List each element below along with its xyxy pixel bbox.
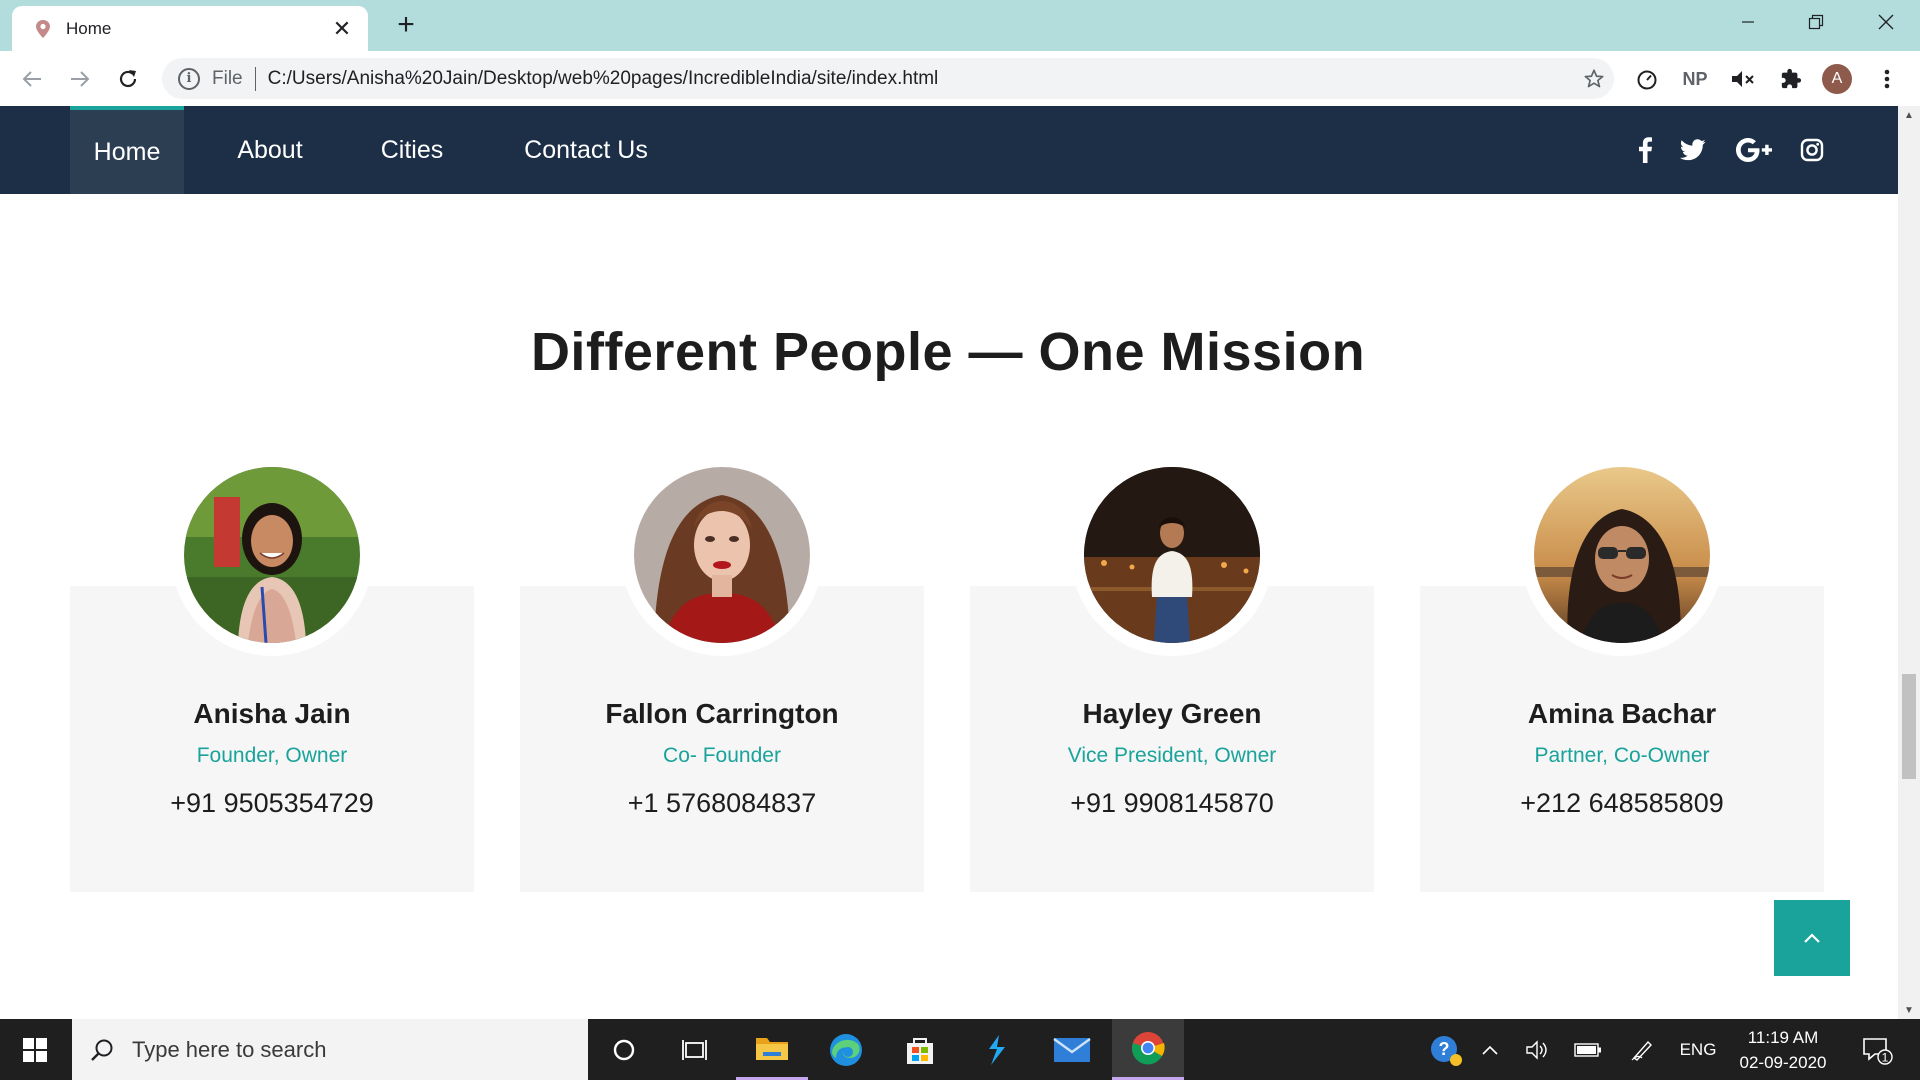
scroll-thumb[interactable] xyxy=(1902,674,1916,779)
forward-button[interactable] xyxy=(62,61,98,97)
page-viewport: Home About Cities Contact Us Different P… xyxy=(0,106,1898,1019)
battery-icon[interactable] xyxy=(1568,1019,1608,1080)
bookmark-star-icon[interactable] xyxy=(1574,68,1614,90)
browser-tab[interactable]: Home ✕ xyxy=(12,6,368,51)
muted-speaker-icon[interactable] xyxy=(1726,63,1760,95)
reload-button[interactable] xyxy=(110,61,146,97)
task-view-icon[interactable] xyxy=(660,1019,732,1080)
team-member-name: Amina Bachar xyxy=(1527,698,1717,729)
edge-browser-icon[interactable] xyxy=(810,1019,882,1080)
search-icon xyxy=(91,1039,113,1061)
tab-close-icon[interactable]: ✕ xyxy=(330,16,354,41)
pin-favicon-icon xyxy=(32,18,54,40)
close-window-button[interactable] xyxy=(1862,0,1910,44)
team-photo-frame xyxy=(171,454,373,656)
speed-dial-extension-icon[interactable] xyxy=(1630,63,1664,95)
team-member-role: Vice President, Owner xyxy=(1067,744,1277,767)
team-member-phone: +91 9908145870 xyxy=(1070,788,1274,818)
team-card: Amina Bachar Partner, Co-Owner +212 6485… xyxy=(1420,106,1824,1019)
team-member-name: Fallon Carrington xyxy=(605,698,839,729)
browser-menu-icon[interactable] xyxy=(1870,63,1904,95)
address-bar[interactable]: i File C:/Users/Anisha%20Jain/Desktop/we… xyxy=(162,58,1614,99)
taskbar-clock[interactable]: 11:19 AM 02-09-2020 xyxy=(1728,1025,1838,1075)
page-scrollbar[interactable]: ▲ ▼ xyxy=(1898,106,1920,1019)
team-member-role: Partner, Co-Owner xyxy=(1534,744,1710,767)
team-member-phone: +1 5768084837 xyxy=(627,788,817,818)
team-photo-frame xyxy=(1521,454,1723,656)
chrome-icon[interactable] xyxy=(1112,1019,1184,1080)
windows-logo-icon xyxy=(23,1037,47,1062)
pen-workspace-icon[interactable] xyxy=(1622,1019,1662,1080)
profile-avatar[interactable]: A xyxy=(1822,64,1852,94)
volume-icon[interactable] xyxy=(1518,1019,1558,1080)
clock-time: 11:19 AM xyxy=(1747,1028,1819,1047)
language-indicator[interactable]: ENG xyxy=(1672,1019,1724,1080)
browser-tabstrip: Home ✕ + xyxy=(0,0,1920,51)
back-to-top-button[interactable] xyxy=(1774,900,1850,976)
team-member-phone: +212 648585809 xyxy=(1520,788,1724,818)
notification-count: 1 xyxy=(1882,1050,1889,1064)
cortana-icon[interactable] xyxy=(588,1019,660,1080)
team-member-name: Anisha Jain xyxy=(193,698,351,729)
url-scheme-label: File xyxy=(212,67,243,89)
team-card: Fallon Carrington Co- Founder +1 5768084… xyxy=(520,106,924,1019)
windows-taskbar: Type here to search ? ENG 11:19 AM 02-09… xyxy=(0,1019,1920,1080)
action-center-icon[interactable]: 1 xyxy=(1852,1019,1902,1080)
team-card: Anisha Jain Founder, Owner +91 950535472… xyxy=(70,106,474,1019)
minimize-button[interactable] xyxy=(1724,0,1772,44)
taskbar-search-box[interactable]: Type here to search xyxy=(72,1019,588,1080)
svg-text:?: ? xyxy=(1439,1039,1450,1059)
tab-title: Home xyxy=(66,18,112,38)
team-photo-hayley xyxy=(1084,467,1260,643)
url-separator xyxy=(254,66,256,91)
team-photo-frame xyxy=(1071,454,1273,656)
mail-icon[interactable] xyxy=(1036,1019,1108,1080)
file-explorer-icon[interactable] xyxy=(736,1019,808,1080)
scroll-down-arrow-icon[interactable]: ▼ xyxy=(1898,1001,1920,1019)
team-member-role: Co- Founder xyxy=(663,744,781,767)
chevron-up-icon xyxy=(1804,933,1820,943)
show-hidden-icons-chevron-icon[interactable] xyxy=(1472,1019,1508,1080)
np-extension-icon[interactable]: NP xyxy=(1678,63,1712,95)
url-text[interactable]: C:/Users/Anisha%20Jain/Desktop/web%20pag… xyxy=(268,68,1574,90)
team-photo-fallon xyxy=(634,467,810,643)
team-photo-amina xyxy=(1534,467,1710,643)
restore-button[interactable] xyxy=(1792,0,1840,44)
team-photo-frame xyxy=(621,454,823,656)
scroll-up-arrow-icon[interactable]: ▲ xyxy=(1898,106,1920,124)
team-card: Hayley Green Vice President, Owner +91 9… xyxy=(970,106,1374,1019)
extensions-puzzle-icon[interactable] xyxy=(1774,63,1808,95)
visual-studio-code-icon[interactable] xyxy=(960,1019,1032,1080)
clock-date: 02-09-2020 xyxy=(1739,1053,1827,1072)
team-member-phone: +91 9505354729 xyxy=(170,788,374,818)
taskbar-search-placeholder: Type here to search xyxy=(132,1036,327,1062)
microsoft-store-icon[interactable] xyxy=(884,1019,956,1080)
start-button[interactable] xyxy=(0,1019,70,1080)
new-tab-button[interactable]: + xyxy=(390,10,422,42)
back-button[interactable] xyxy=(14,61,50,97)
team-member-name: Hayley Green xyxy=(1082,698,1262,729)
info-icon[interactable]: i xyxy=(178,67,200,90)
help-tray-icon[interactable]: ? xyxy=(1424,1019,1468,1080)
browser-toolbar: i File C:/Users/Anisha%20Jain/Desktop/we… xyxy=(0,51,1920,106)
team-member-role: Founder, Owner xyxy=(196,744,348,767)
team-photo-anisha xyxy=(184,467,360,643)
